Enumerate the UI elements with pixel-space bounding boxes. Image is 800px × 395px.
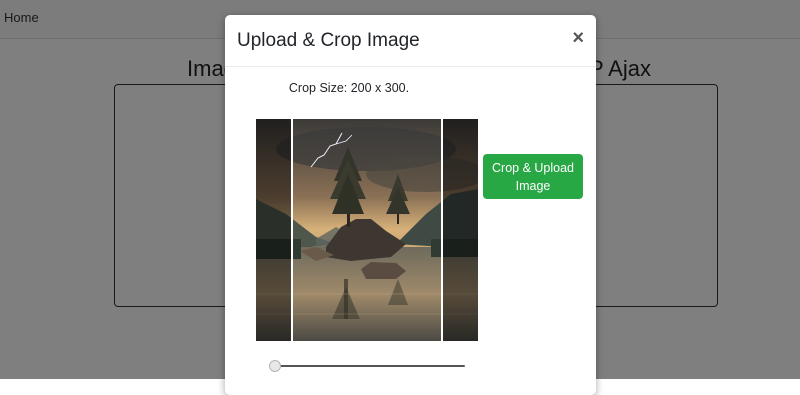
- close-icon[interactable]: ×: [572, 28, 584, 48]
- slider-thumb[interactable]: [269, 360, 281, 372]
- slider-track: [273, 365, 465, 367]
- upload-crop-modal: Upload & Crop Image × Crop Size: 200 x 3…: [225, 15, 596, 395]
- modal-header: Upload & Crop Image ×: [225, 15, 596, 67]
- crop-size-label: Crop Size: 200 x 300.: [288, 81, 410, 95]
- crop-window[interactable]: [291, 119, 443, 341]
- zoom-slider[interactable]: [269, 359, 465, 373]
- crop-upload-button[interactable]: Crop & Upload Image: [483, 154, 583, 199]
- crop-canvas[interactable]: [256, 119, 478, 341]
- modal-title: Upload & Crop Image: [237, 30, 420, 51]
